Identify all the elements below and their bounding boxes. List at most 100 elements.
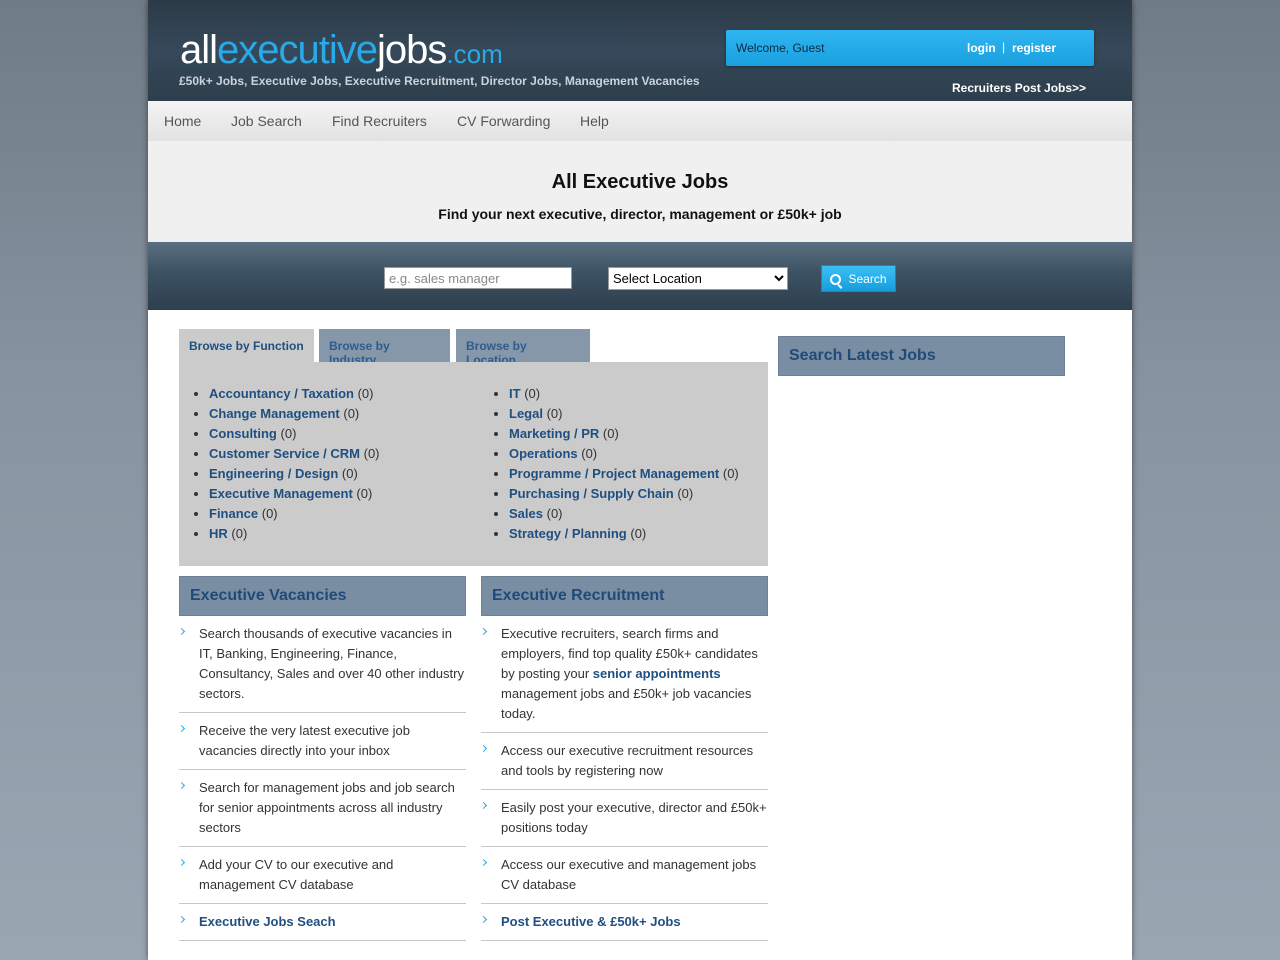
- hero-banner: All Executive Jobs Find your next execut…: [148, 141, 1132, 242]
- chevron-right-icon: [177, 627, 186, 636]
- search-latest-jobs-title: Search Latest Jobs: [789, 347, 936, 364]
- job-count: (0): [722, 466, 739, 481]
- panel-header: Executive Vacancies: [179, 576, 466, 616]
- list-item: Search for management jobs and job searc…: [177, 770, 466, 847]
- job-count: (0): [581, 446, 598, 461]
- list-item: Access our executive and management jobs…: [479, 847, 768, 904]
- job-count: (0): [343, 406, 360, 421]
- function-link[interactable]: Executive Management: [209, 486, 353, 501]
- logo-part-all: all: [180, 28, 218, 72]
- logo-part-com: .com: [446, 39, 503, 69]
- job-count: (0): [546, 406, 563, 421]
- recruitment-list: Executive recruiters, search firms and e…: [479, 616, 768, 941]
- post-executive-jobs-link[interactable]: Post Executive & £50k+ Jobs: [501, 914, 681, 929]
- list-item: Executive recruiters, search firms and e…: [479, 616, 768, 733]
- list-item: HR (0): [209, 524, 380, 544]
- job-count: (0): [356, 486, 373, 501]
- keyword-search-input[interactable]: [384, 267, 572, 289]
- welcome-text: Welcome, Guest: [736, 41, 825, 55]
- job-count: (0): [602, 426, 619, 441]
- job-count: (0): [630, 526, 647, 541]
- search-button[interactable]: Search: [821, 265, 896, 292]
- list-item: Executive Management (0): [209, 484, 380, 504]
- executive-recruitment-panel: Executive Recruitment Executive recruite…: [479, 576, 768, 941]
- login-separator: |: [1002, 40, 1006, 54]
- executive-recruitment-title: Executive Recruitment: [492, 587, 665, 604]
- nav-help[interactable]: Help: [580, 113, 609, 129]
- executive-vacancies-title: Executive Vacancies: [190, 587, 347, 604]
- function-link[interactable]: Customer Service / CRM: [209, 446, 360, 461]
- chevron-right-icon: [479, 744, 488, 753]
- list-item: Receive the very latest executive job va…: [177, 713, 466, 770]
- recruiters-post-jobs-link[interactable]: Recruiters Post Jobs>>: [952, 81, 1086, 95]
- chevron-right-icon: [177, 781, 186, 790]
- list-item: Search thousands of executive vacancies …: [177, 616, 466, 713]
- register-link[interactable]: register: [1012, 41, 1056, 55]
- tab-browse-by-industry[interactable]: Browse by Industry: [319, 329, 450, 367]
- function-link[interactable]: Marketing / PR: [509, 426, 599, 441]
- function-list-left: Accountancy / Taxation (0) Change Manage…: [179, 384, 380, 544]
- browse-tabs: Browse by Function Browse by Industry Br…: [179, 329, 768, 367]
- tab-browse-by-function[interactable]: Browse by Function: [179, 329, 314, 363]
- function-link[interactable]: Accountancy / Taxation: [209, 386, 354, 401]
- function-link[interactable]: Programme / Project Management: [509, 466, 719, 481]
- page-container: allexecutivejobs.com £50k+ Jobs, Executi…: [148, 0, 1132, 960]
- function-link[interactable]: Change Management: [209, 406, 340, 421]
- list-item-text: Search for management jobs and job searc…: [199, 780, 455, 835]
- function-link[interactable]: Engineering / Design: [209, 466, 338, 481]
- site-header: allexecutivejobs.com £50k+ Jobs, Executi…: [148, 0, 1132, 101]
- search-button-label: Search: [848, 271, 887, 286]
- list-item: IT (0): [509, 384, 739, 404]
- list-item: Marketing / PR (0): [509, 424, 739, 444]
- list-item-text: Search thousands of executive vacancies …: [199, 626, 464, 701]
- logo-part-executive: executive: [217, 28, 378, 72]
- site-logo[interactable]: allexecutivejobs.com: [180, 28, 503, 76]
- search-latest-jobs-panel: Search Latest Jobs: [778, 336, 1065, 376]
- job-count: (0): [231, 526, 248, 541]
- list-item-text: Access our executive recruitment resourc…: [501, 743, 754, 778]
- function-link[interactable]: Finance: [209, 506, 258, 521]
- job-count: (0): [341, 466, 358, 481]
- function-link[interactable]: Legal: [509, 406, 543, 421]
- job-count: (0): [280, 426, 297, 441]
- vacancies-list: Search thousands of executive vacancies …: [177, 616, 466, 941]
- executive-jobs-search-link[interactable]: Executive Jobs Seach: [199, 914, 336, 929]
- panel-header: Executive Recruitment: [481, 576, 768, 616]
- list-item: Executive Jobs Seach: [177, 904, 466, 941]
- list-item-text: Access our executive and management jobs…: [501, 857, 757, 892]
- tab-browse-by-location[interactable]: Browse by Location: [456, 329, 590, 367]
- page-subtitle: Find your next executive, director, mana…: [438, 206, 842, 222]
- search-icon: [830, 274, 841, 285]
- job-count: (0): [261, 506, 278, 521]
- list-item: Engineering / Design (0): [209, 464, 380, 484]
- list-item: Operations (0): [509, 444, 739, 464]
- nav-find-recruiters[interactable]: Find Recruiters: [332, 113, 427, 129]
- list-item: Legal (0): [509, 404, 739, 424]
- senior-appointments-link[interactable]: senior appointments: [593, 666, 721, 681]
- function-link[interactable]: Sales: [509, 506, 543, 521]
- location-select[interactable]: Select Location: [608, 267, 788, 290]
- list-item-text: Add your CV to our executive and managem…: [199, 857, 394, 892]
- nav-cv-forwarding[interactable]: CV Forwarding: [457, 113, 550, 129]
- main-nav: Home Job Search Find Recruiters CV Forwa…: [148, 101, 1132, 142]
- list-item: Access our executive recruitment resourc…: [479, 733, 768, 790]
- job-count: (0): [363, 446, 380, 461]
- nav-job-search[interactable]: Job Search: [231, 113, 302, 129]
- function-link[interactable]: HR: [209, 526, 228, 541]
- function-link[interactable]: Consulting: [209, 426, 277, 441]
- nav-home[interactable]: Home: [164, 113, 201, 129]
- function-link[interactable]: Operations: [509, 446, 578, 461]
- list-item: Consulting (0): [209, 424, 380, 444]
- job-count: (0): [524, 386, 541, 401]
- list-item-text: Easily post your executive, director and…: [501, 800, 767, 835]
- executive-vacancies-panel: Executive Vacancies Search thousands of …: [177, 576, 466, 941]
- chevron-right-icon: [177, 915, 186, 924]
- function-link[interactable]: Purchasing / Supply Chain: [509, 486, 674, 501]
- chevron-right-icon: [177, 724, 186, 733]
- list-item: Customer Service / CRM (0): [209, 444, 380, 464]
- login-link[interactable]: login: [967, 41, 996, 55]
- function-link[interactable]: IT: [509, 386, 521, 401]
- list-item: Programme / Project Management (0): [509, 464, 739, 484]
- list-item: Change Management (0): [209, 404, 380, 424]
- function-link[interactable]: Strategy / Planning: [509, 526, 627, 541]
